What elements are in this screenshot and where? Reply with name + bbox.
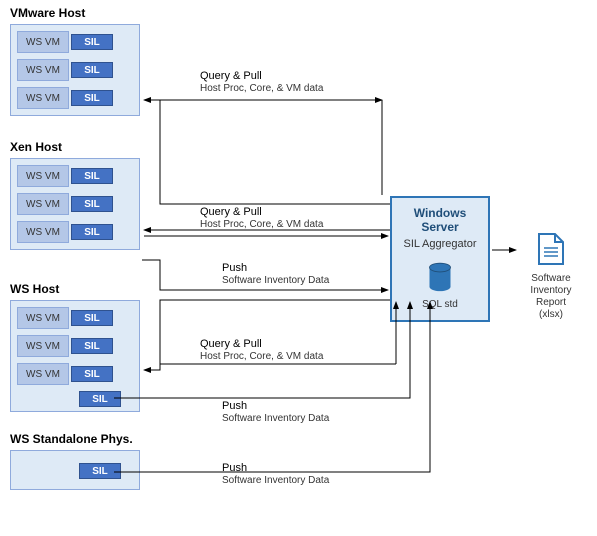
vm-box: WS VM xyxy=(17,59,69,81)
report-output: Software Inventory Report (xlsx) xyxy=(516,232,586,321)
flow-label-push-xen: Push Software Inventory Data xyxy=(222,262,329,287)
flow-title: Query & Pull xyxy=(200,70,323,83)
flow-sub: Host Proc, Core, & VM data xyxy=(200,219,323,231)
vm-box: WS VM xyxy=(17,307,69,329)
flow-sub: Software Inventory Data xyxy=(222,475,329,487)
flow-title: Query & Pull xyxy=(200,206,323,219)
flow-label-push-wshost: Push Software Inventory Data xyxy=(222,400,329,425)
sil-badge: SIL xyxy=(71,196,113,212)
flow-sub: Host Proc, Core, & VM data xyxy=(200,83,323,95)
vm-box: WS VM xyxy=(17,335,69,357)
vm-row: WS VM SIL xyxy=(17,31,133,53)
vm-row: WS VM SIL xyxy=(17,307,133,329)
vm-row: WS VM SIL xyxy=(17,87,133,109)
xen-host: WS VM SIL WS VM SIL WS VM SIL xyxy=(10,158,140,250)
report-label-2: Inventory Report xyxy=(516,285,586,309)
ws-host-title: WS Host xyxy=(10,282,59,296)
xen-host-title: Xen Host xyxy=(10,140,62,154)
vm-box: WS VM xyxy=(17,221,69,243)
ws-host-sil-badge: SIL xyxy=(79,391,121,407)
vm-box: WS VM xyxy=(17,193,69,215)
windows-server-box: Windows Server SIL Aggregator SQL std xyxy=(390,196,490,322)
document-icon xyxy=(537,232,565,266)
vm-box: WS VM xyxy=(17,31,69,53)
vm-row: WS VM SIL xyxy=(17,363,133,385)
flow-title: Push xyxy=(222,262,329,275)
sil-badge: SIL xyxy=(71,310,113,326)
vm-box: WS VM xyxy=(17,363,69,385)
sil-aggregator-label: SIL Aggregator xyxy=(402,238,478,250)
flow-label-push-standalone: Push Software Inventory Data xyxy=(222,462,329,487)
sil-badge: SIL xyxy=(71,338,113,354)
flow-title: Query & Pull xyxy=(200,338,323,351)
vm-row: WS VM SIL xyxy=(17,335,133,357)
sil-badge: SIL xyxy=(71,366,113,382)
ws-host: WS VM SIL WS VM SIL WS VM SIL SIL xyxy=(10,300,140,412)
flow-label-ws: Query & Pull Host Proc, Core, & VM data xyxy=(200,338,323,363)
vm-row: WS VM SIL xyxy=(17,193,133,215)
report-label-1: Software xyxy=(516,273,586,285)
sil-badge: SIL xyxy=(71,168,113,184)
sil-badge: SIL xyxy=(71,34,113,50)
flow-label-xen: Query & Pull Host Proc, Core, & VM data xyxy=(200,206,323,231)
sil-badge: SIL xyxy=(71,224,113,240)
report-label-3: (xlsx) xyxy=(516,309,586,321)
flow-title: Push xyxy=(222,400,329,413)
flow-title: Push xyxy=(222,462,329,475)
sql-std-label: SQL std xyxy=(402,299,478,310)
sil-badge: SIL xyxy=(71,90,113,106)
vm-row: WS VM SIL xyxy=(17,221,133,243)
flow-label-vmware: Query & Pull Host Proc, Core, & VM data xyxy=(200,70,323,95)
vm-box: WS VM xyxy=(17,165,69,187)
windows-server-title: Windows Server xyxy=(402,206,478,234)
standalone-sil-badge: SIL xyxy=(79,463,121,479)
vmware-host-title: VMware Host xyxy=(10,6,85,20)
flow-sub: Software Inventory Data xyxy=(222,413,329,425)
vmware-host: WS VM SIL WS VM SIL WS VM SIL xyxy=(10,24,140,116)
ws-standalone-title: WS Standalone Phys. xyxy=(10,432,133,446)
ws-standalone-host: SIL xyxy=(10,450,140,490)
vm-row: WS VM SIL xyxy=(17,59,133,81)
vm-row: WS VM SIL xyxy=(17,165,133,187)
diagram-canvas: VMware Host WS VM SIL WS VM SIL WS VM SI… xyxy=(0,0,597,536)
flow-sub: Host Proc, Core, & VM data xyxy=(200,351,323,363)
vm-box: WS VM xyxy=(17,87,69,109)
sil-badge: SIL xyxy=(71,62,113,78)
database-icon xyxy=(426,262,454,294)
flow-sub: Software Inventory Data xyxy=(222,275,329,287)
